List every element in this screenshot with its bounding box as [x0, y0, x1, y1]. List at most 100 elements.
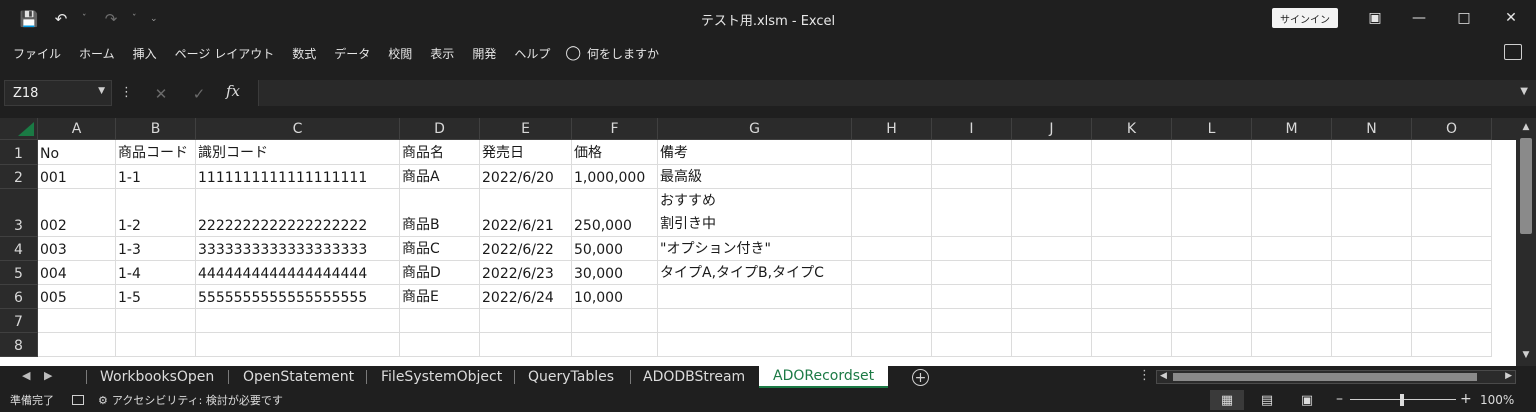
cell-f3[interactable]: 250,000 [572, 189, 658, 237]
column-header-j[interactable]: J [1012, 118, 1092, 140]
redo-icon[interactable]: ↷ [100, 8, 122, 30]
macro-record-icon[interactable] [72, 395, 84, 405]
cell-m5[interactable] [1252, 261, 1332, 285]
cell-i7[interactable] [932, 309, 1012, 333]
cell-g3[interactable]: おすすめ 割引き中 [658, 189, 852, 237]
cell-g4[interactable]: "オプション付き" [658, 237, 852, 261]
cell-k7[interactable] [1092, 309, 1172, 333]
cell-j8[interactable] [1012, 333, 1092, 357]
cell-j7[interactable] [1012, 309, 1092, 333]
cell-l1[interactable] [1172, 140, 1252, 165]
cell-a7[interactable] [38, 309, 116, 333]
more-options-icon[interactable]: ⋮ [120, 85, 133, 100]
row-header[interactable]: 4 [0, 237, 38, 261]
zoom-level[interactable]: 100% [1480, 393, 1514, 407]
tab-insert[interactable]: 挿入 [124, 38, 166, 68]
column-header-l[interactable]: L [1172, 118, 1252, 140]
sheet-tab-openstatement[interactable]: OpenStatement [243, 366, 354, 388]
cell-j6[interactable] [1012, 285, 1092, 309]
ribbon-display-icon[interactable]: ▣ [1352, 0, 1398, 36]
column-header-k[interactable]: K [1092, 118, 1172, 140]
cell-l4[interactable] [1172, 237, 1252, 261]
horizontal-scroll-thumb[interactable] [1173, 373, 1477, 381]
cell-i3[interactable] [932, 189, 1012, 237]
cell-a1[interactable]: No [38, 140, 116, 165]
cell-g1[interactable]: 備考 [658, 140, 852, 165]
cell-h8[interactable] [852, 333, 932, 357]
cell-b5[interactable]: 1-4 [116, 261, 196, 285]
cell-h4[interactable] [852, 237, 932, 261]
cell-g5[interactable]: タイプA,タイプB,タイプC [658, 261, 852, 285]
name-box[interactable]: Z18 ▼ [4, 80, 112, 106]
redo-dropdown-icon[interactable]: ˇ [132, 14, 140, 24]
zoom-in-icon[interactable]: + [1460, 391, 1472, 407]
cell-c7[interactable] [196, 309, 400, 333]
column-header-g[interactable]: G [658, 118, 852, 140]
cell-a4[interactable]: 003 [38, 237, 116, 261]
cell-o8[interactable] [1412, 333, 1492, 357]
cell-n2[interactable] [1332, 165, 1412, 189]
cell-f7[interactable] [572, 309, 658, 333]
column-header-f[interactable]: F [572, 118, 658, 140]
cell-m1[interactable] [1252, 140, 1332, 165]
vertical-scroll-thumb[interactable] [1520, 138, 1532, 234]
cell-m6[interactable] [1252, 285, 1332, 309]
cell-d1[interactable]: 商品名 [400, 140, 480, 165]
cell-m4[interactable] [1252, 237, 1332, 261]
cell-f6[interactable]: 10,000 [572, 285, 658, 309]
cell-h5[interactable] [852, 261, 932, 285]
cell-n3[interactable] [1332, 189, 1412, 237]
cell-e1[interactable]: 発売日 [480, 140, 572, 165]
cell-i1[interactable] [932, 140, 1012, 165]
cell-h1[interactable] [852, 140, 932, 165]
cell-c2[interactable]: 1111111111111111111 [196, 165, 400, 189]
cell-f2[interactable]: 1,000,000 [572, 165, 658, 189]
cell-n7[interactable] [1332, 309, 1412, 333]
cell-a6[interactable]: 005 [38, 285, 116, 309]
cell-c5[interactable]: 4444444444444444444 [196, 261, 400, 285]
tab-file[interactable]: ファイル [4, 38, 70, 68]
tab-developer[interactable]: 開発 [463, 38, 505, 68]
row-header[interactable]: 7 [0, 309, 38, 333]
column-header-m[interactable]: M [1252, 118, 1332, 140]
tab-home[interactable]: ホーム [70, 38, 124, 68]
column-header-b[interactable]: B [116, 118, 196, 140]
signin-button[interactable]: サインイン [1272, 8, 1338, 28]
sheet-tab-workbooksopen[interactable]: WorkbooksOpen [100, 366, 214, 388]
zoom-out-icon[interactable]: – [1336, 391, 1343, 407]
cell-b8[interactable] [116, 333, 196, 357]
cell-h3[interactable] [852, 189, 932, 237]
row-header[interactable]: 2 [0, 165, 38, 189]
cell-f4[interactable]: 50,000 [572, 237, 658, 261]
cell-e2[interactable]: 2022/6/20 [480, 165, 572, 189]
cell-d5[interactable]: 商品D [400, 261, 480, 285]
cell-k8[interactable] [1092, 333, 1172, 357]
cell-j5[interactable] [1012, 261, 1092, 285]
cell-o1[interactable] [1412, 140, 1492, 165]
cell-b1[interactable]: 商品コード [116, 140, 196, 165]
cell-c6[interactable]: 5555555555555555555 [196, 285, 400, 309]
sheet-tab-adorecordset[interactable]: ADORecordset [759, 366, 889, 388]
row-header[interactable]: 6 [0, 285, 38, 309]
accessibility-status[interactable]: ⚙ アクセシビリティ: 検討が必要です [98, 392, 283, 408]
cell-d4[interactable]: 商品C [400, 237, 480, 261]
select-all-corner[interactable] [0, 118, 38, 140]
cell-l5[interactable] [1172, 261, 1252, 285]
cell-i6[interactable] [932, 285, 1012, 309]
cell-l8[interactable] [1172, 333, 1252, 357]
cell-o6[interactable] [1412, 285, 1492, 309]
tab-page-layout[interactable]: ページ レイアウト [166, 38, 284, 68]
enter-icon[interactable]: ✓ [188, 83, 210, 105]
cell-k6[interactable] [1092, 285, 1172, 309]
cell-n4[interactable] [1332, 237, 1412, 261]
column-header-n[interactable]: N [1332, 118, 1412, 140]
cell-i5[interactable] [932, 261, 1012, 285]
cell-b7[interactable] [116, 309, 196, 333]
cell-m3[interactable] [1252, 189, 1332, 237]
cell-k5[interactable] [1092, 261, 1172, 285]
vertical-scrollbar[interactable]: ▲ ▼ [1516, 118, 1536, 366]
cell-g2[interactable]: 最高級 [658, 165, 852, 189]
cell-m2[interactable] [1252, 165, 1332, 189]
next-sheet-icon[interactable]: ▶ [44, 369, 52, 382]
cell-l2[interactable] [1172, 165, 1252, 189]
